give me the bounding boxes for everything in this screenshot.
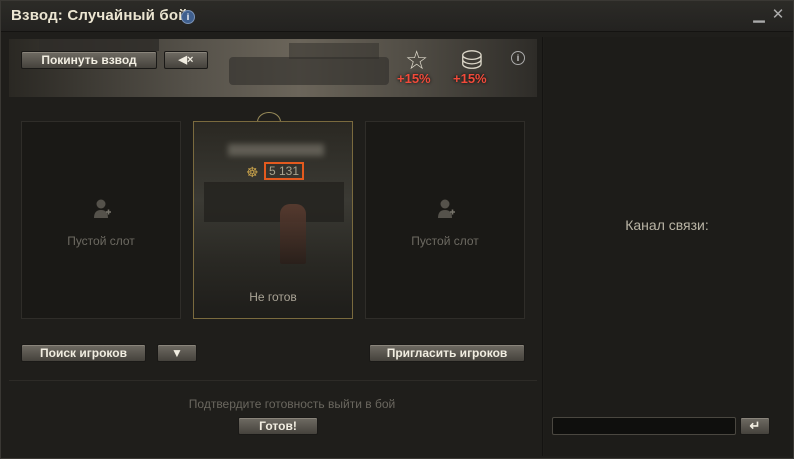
minimize-button[interactable]: ▁ [751,7,767,23]
filter-button[interactable]: ▼ [157,344,197,362]
channel-label: Канал связи: [625,217,709,233]
xp-bonus: ☆ +15% [397,45,447,91]
slot-label: Пустой слот [411,234,479,248]
platoon-slot-empty[interactable]: Пустой слот [365,121,525,319]
player-name-blurred [228,144,324,156]
player-rating: 5 131 [264,162,304,180]
leave-platoon-button[interactable]: Покинуть взвод [21,51,157,69]
mute-button[interactable]: ◀× [164,51,208,69]
tank-silhouette [39,39,159,51]
add-player-icon [438,199,455,218]
credits-icon: ⛁ [461,45,483,75]
search-players-button[interactable]: Поиск игроков [21,344,146,362]
enter-icon: ↵ [749,418,761,433]
close-button[interactable]: ✕ [770,7,786,23]
invite-players-button[interactable]: Пригласить игроков [369,344,525,362]
tank-silhouette [229,57,389,85]
player-figure [280,204,306,264]
rating-icon: ☸ [246,164,259,180]
credits-bonus-value: +15% [453,71,487,86]
xp-bonus-value: +15% [397,71,431,86]
title-bar[interactable]: Взвод: Случайный бой i ▁ ✕ [1,1,793,32]
slot-label: Пустой слот [67,234,135,248]
chat-input[interactable] [552,417,736,435]
credits-bonus: ⛁ +15% [453,45,503,91]
platoon-slot-player[interactable]: ☸ 5 131 Не готов [193,121,353,319]
send-button[interactable]: ↵ [740,417,770,435]
background-machinery [204,182,344,222]
add-player-icon [94,199,111,218]
divider [9,380,537,381]
ready-prompt: Подтвердите готовность выйти в бой [188,397,396,411]
panel-divider [542,37,543,456]
tank-silhouette [289,43,379,59]
player-status: Не готов [249,290,297,304]
platoon-panel: Покинуть взвод ◀× ☆ +15% ⛁ +15% i Пустой… [9,39,537,454]
ready-button[interactable]: Готов! [238,417,318,435]
star-icon: ☆ [405,45,429,75]
filter-icon: ▼ [171,346,183,360]
platoon-slot-empty[interactable]: Пустой слот [21,121,181,319]
platoon-window: Взвод: Случайный бой i ▁ ✕ Покинуть взво… [0,0,794,459]
chat-panel: Канал связи: ↵ [544,37,790,456]
info-icon[interactable]: i [181,10,195,24]
bonus-info-icon[interactable]: i [511,51,525,65]
window-title: Взвод: Случайный бой [11,7,188,24]
battle-banner: Покинуть взвод ◀× ☆ +15% ⛁ +15% [9,39,537,97]
